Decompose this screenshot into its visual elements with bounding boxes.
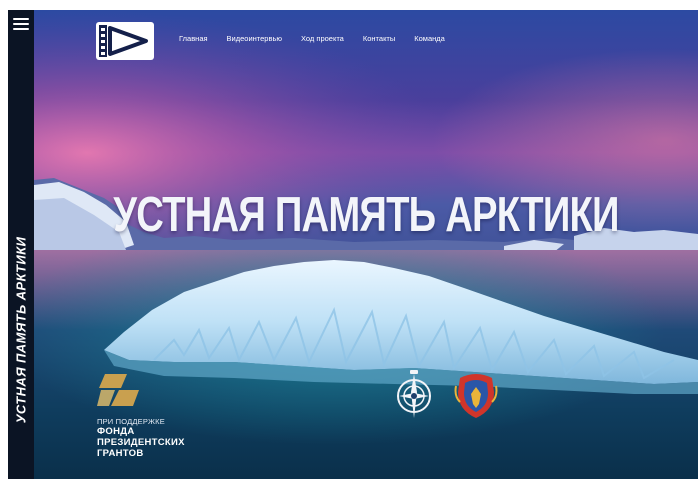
- nav-item-home[interactable]: Главная: [179, 34, 208, 43]
- nav-item-team[interactable]: Команда: [414, 34, 445, 43]
- nav-item-video-interviews[interactable]: Видеоинтервью: [227, 34, 282, 43]
- grant-fund-logo-icon: [97, 374, 139, 406]
- page-frame: УСТНАЯ ПАМЯТЬ АРКТИКИ Главная Видеоинтер…: [8, 10, 698, 479]
- grant-line-3: ГРАНТОВ: [97, 448, 144, 459]
- grant-small-label: ПРИ ПОДДЕРЖКЕ: [97, 417, 165, 426]
- hero-section: Главная Видеоинтервью Ход проекта Контак…: [34, 10, 698, 479]
- menu-icon[interactable]: [13, 18, 29, 30]
- grant-line-2: ПРЕЗИДЕНТСКИХ: [97, 437, 185, 448]
- crest-emblem-icon[interactable]: [454, 372, 498, 420]
- logo[interactable]: [96, 22, 154, 60]
- nav-item-project-progress[interactable]: Ход проекта: [301, 34, 344, 43]
- play-film-logo-icon: [99, 25, 148, 57]
- sidebar-title: УСТНАЯ ПАМЯТЬ АРКТИКИ: [13, 236, 29, 424]
- main-nav: Главная Видеоинтервью Ход проекта Контак…: [179, 34, 445, 43]
- grant-line-1: ФОНДА: [97, 426, 135, 437]
- compass-emblem-icon[interactable]: [395, 370, 433, 422]
- grant-block[interactable]: ПРИ ПОДДЕРЖКЕ ФОНДА ПРЕЗИДЕНТСКИХ ГРАНТО…: [97, 372, 185, 459]
- nav-item-contacts[interactable]: Контакты: [363, 34, 395, 43]
- hero-title: УСТНАЯ ПАМЯТЬ АРКТИКИ: [113, 188, 619, 242]
- sidebar: УСТНАЯ ПАМЯТЬ АРКТИКИ: [8, 10, 34, 479]
